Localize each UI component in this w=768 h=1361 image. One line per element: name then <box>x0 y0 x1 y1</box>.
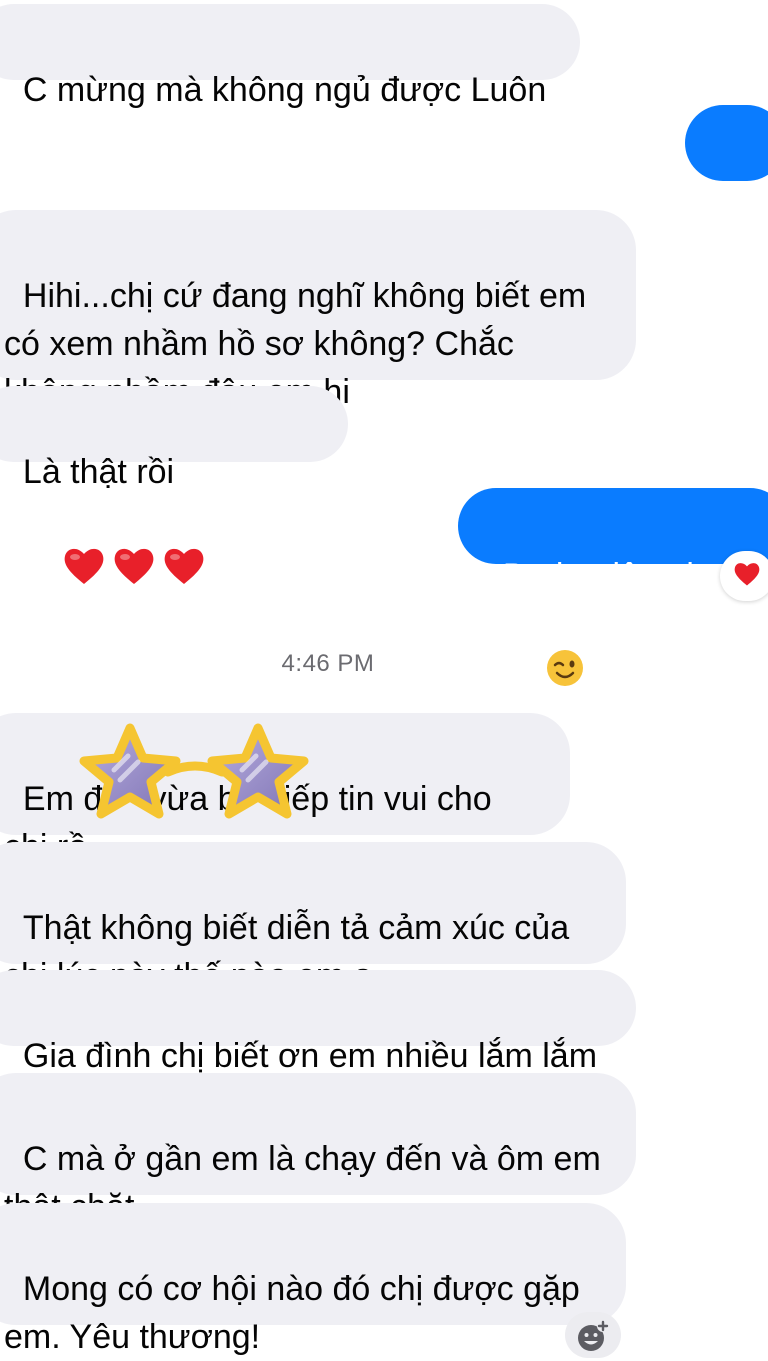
incoming-message[interactable]: Thật không biết diễn tả cảm xúc của chị … <box>0 842 626 995</box>
message-text: Gia đình chị biết ơn em nhiều lắm lắm <box>22 1037 598 1075</box>
add-reaction-button[interactable] <box>565 1312 621 1358</box>
incoming-message[interactable]: Mong có cơ hội nào đó chị được gặp em. Y… <box>0 1203 626 1356</box>
message-text: Là thật rồi <box>22 453 175 491</box>
message-text: Dạ ko đâu ah <box>502 557 706 595</box>
message-text: Dạ <box>711 222 755 260</box>
red-heart-icon <box>23 496 207 649</box>
incoming-message[interactable]: Là thật rồi <box>0 386 348 584</box>
outgoing-message[interactable]: Dạ ko đâu ah <box>458 488 768 686</box>
incoming-message[interactable]: Hihi...chị cứ đang nghĩ không biết em có… <box>0 210 636 411</box>
message-text: Mong có cơ hội nào đó chị được gặp em. Y… <box>4 1270 580 1356</box>
outgoing-message[interactable]: Dạ <box>685 105 768 260</box>
incoming-message[interactable]: Gia đình chị biết ơn em nhiều lắm lắm <box>0 970 636 1075</box>
incoming-message[interactable]: Em đ vừa b iếp tin vui cho chị rồ <box>0 713 570 866</box>
message-reaction[interactable] <box>720 551 768 601</box>
incoming-message[interactable]: C mừng mà không ngủ được Luôn <box>0 4 580 109</box>
red-heart-icon <box>732 560 762 593</box>
add-reaction-icon <box>576 1320 610 1359</box>
message-text: C mừng mà không ngủ được Luôn <box>22 71 547 109</box>
incoming-message[interactable]: C mà ở gần em là chạy đến và ôm em thật … <box>0 1073 636 1226</box>
timestamp: 4:46 PM <box>281 650 375 677</box>
